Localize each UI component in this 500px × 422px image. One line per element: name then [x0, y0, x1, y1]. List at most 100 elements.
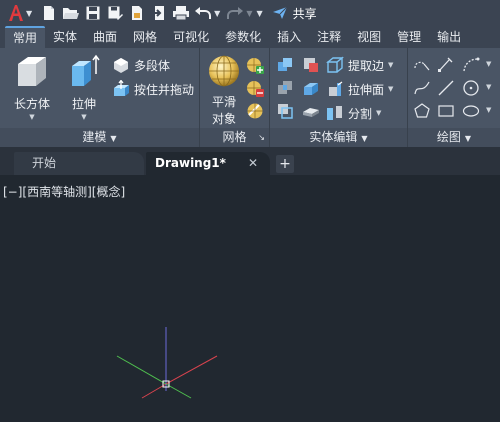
- tab-parametric[interactable]: 参数化: [217, 26, 269, 48]
- box-dropdown-icon[interactable]: ▼: [29, 113, 34, 121]
- box-label: 长方体: [13, 97, 50, 111]
- line-icon[interactable]: [437, 79, 455, 97]
- extrude-icon: [66, 54, 102, 93]
- extrude-dropdown-icon[interactable]: ▼: [81, 113, 86, 121]
- smooth-object-button[interactable]: 平滑 对象: [204, 54, 244, 127]
- smooth-label-1: 平滑: [211, 95, 236, 109]
- mesh-panel-title[interactable]: 网格 ↘: [200, 128, 269, 147]
- mesh-add-crease-icon[interactable]: [246, 56, 264, 74]
- save-as-icon[interactable]: [104, 2, 126, 24]
- spline-icon[interactable]: [413, 79, 431, 97]
- undo-icon[interactable]: [192, 2, 214, 24]
- tab-visualize[interactable]: 可视化: [165, 26, 217, 48]
- mesh-remove-crease-icon[interactable]: [246, 79, 264, 97]
- solid-editing-panel-title[interactable]: 实体编辑 ▼: [270, 128, 407, 147]
- polygon-icon[interactable]: [413, 102, 431, 120]
- box-button[interactable]: 长方体 ▼: [10, 54, 54, 121]
- separate-label: 分割: [348, 106, 373, 121]
- ucs-y-axis-negative: [165, 383, 192, 399]
- tab-insert[interactable]: 插入: [269, 26, 309, 48]
- separate-icon: [326, 104, 344, 122]
- rectangle-icon[interactable]: [437, 102, 455, 120]
- ellipse-icon[interactable]: [462, 102, 480, 120]
- tab-view[interactable]: 视图: [349, 26, 389, 48]
- ucs-x-axis-negative: [141, 383, 167, 399]
- tab-drawing1[interactable]: Drawing1* ✕: [146, 152, 270, 175]
- customize-icon[interactable]: ▼: [256, 9, 262, 18]
- tab-home[interactable]: 常用: [5, 26, 46, 48]
- arc-icon[interactable]: [462, 56, 480, 74]
- close-tab-icon[interactable]: ✕: [248, 152, 258, 175]
- separate-button[interactable]: 分割 ▼: [326, 103, 381, 123]
- line-edit-icon[interactable]: [437, 56, 455, 74]
- extrude-button[interactable]: 拉伸 ▼: [62, 54, 106, 121]
- tab-start[interactable]: 开始: [14, 152, 144, 175]
- interfere-icon[interactable]: [276, 102, 294, 120]
- extract-edges-button[interactable]: 提取边 ▼: [326, 55, 393, 75]
- tab-surface[interactable]: 曲面: [85, 26, 125, 48]
- share-button[interactable]: 共享: [271, 4, 317, 22]
- polysolid-button[interactable]: 多段体: [112, 55, 170, 75]
- extrude-faces-label: 拉伸面: [348, 82, 385, 97]
- ucs-y-axis: [116, 355, 167, 385]
- intersect-icon[interactable]: [276, 79, 294, 97]
- presspull-label: 按住并拖动: [134, 82, 195, 97]
- tab-solid[interactable]: 实体: [45, 26, 85, 48]
- print-icon[interactable]: [170, 2, 192, 24]
- ucs-x-axis: [165, 355, 218, 385]
- ucs-icon: [116, 327, 218, 399]
- modeling-panel-title[interactable]: 建模 ▼: [0, 128, 199, 147]
- subtract-icon[interactable]: [302, 56, 320, 74]
- mesh-panel: 平滑 对象 网格 ↘: [200, 48, 270, 147]
- undo-caret-icon[interactable]: ▼: [214, 9, 220, 18]
- box-icon: [14, 54, 50, 93]
- slice-icon[interactable]: [302, 79, 320, 97]
- polysolid-label: 多段体: [134, 58, 171, 73]
- mesh-panel-launcher-icon[interactable]: ↘: [258, 128, 265, 147]
- circle-dropdown-icon[interactable]: ▼: [486, 83, 491, 91]
- modeling-panel-dropdown-icon: ▼: [110, 134, 117, 143]
- plot-icon[interactable]: [148, 2, 170, 24]
- arc-dropdown-icon[interactable]: ▼: [486, 60, 491, 68]
- drawing-viewport[interactable]: [−][西南等轴测][概念]: [0, 175, 500, 422]
- polyline-icon[interactable]: [413, 56, 431, 74]
- extrude-faces-dropdown-icon[interactable]: ▼: [388, 85, 393, 93]
- new-tab-button[interactable]: +: [276, 155, 294, 173]
- extract-edges-dropdown-icon[interactable]: ▼: [388, 61, 393, 69]
- tab-output[interactable]: 输出: [429, 26, 469, 48]
- document-tab-bar: 开始 Drawing1* ✕ +: [0, 147, 500, 175]
- new-icon[interactable]: [38, 2, 60, 24]
- thicken-icon[interactable]: [302, 102, 320, 120]
- solid-editing-dropdown-icon: ▼: [361, 134, 368, 143]
- smooth-label-2: 对象: [211, 112, 236, 126]
- tab-annotate[interactable]: 注释: [309, 26, 349, 48]
- presspull-button[interactable]: 按住并拖动: [112, 79, 194, 99]
- draw-title-text: 绘图: [436, 130, 461, 144]
- ribbon: 长方体 ▼ 拉伸 ▼ 多段体 按住并拖动 建模 ▼ 平滑 对象 网格 ↘ 提取边…: [0, 48, 500, 147]
- presspull-icon: [112, 80, 130, 98]
- redo-icon: [224, 2, 246, 24]
- draw-panel-title[interactable]: 绘图 ▼: [408, 128, 500, 147]
- separate-dropdown-icon[interactable]: ▼: [376, 109, 381, 117]
- extrude-label: 拉伸: [71, 97, 96, 111]
- circle-icon[interactable]: [462, 79, 480, 97]
- open-icon[interactable]: [60, 2, 82, 24]
- mesh-refine-icon[interactable]: [246, 102, 264, 120]
- ellipse-dropdown-icon[interactable]: ▼: [486, 106, 491, 114]
- union-icon[interactable]: [276, 56, 294, 74]
- extrude-faces-icon: [326, 80, 344, 98]
- polysolid-icon: [112, 56, 130, 74]
- tab-mesh[interactable]: 网格: [125, 26, 165, 48]
- publish-icon[interactable]: [126, 2, 148, 24]
- extrude-faces-button[interactable]: 拉伸面 ▼: [326, 79, 393, 99]
- redo-caret-icon: ▼: [246, 8, 253, 18]
- solid-editing-panel: 提取边 ▼ 拉伸面 ▼ 分割 ▼ 实体编辑 ▼: [270, 48, 408, 147]
- save-icon[interactable]: [82, 2, 104, 24]
- share-icon: [271, 4, 289, 22]
- draw-panel: ▼ ▼ ▼ 绘图 ▼: [408, 48, 500, 147]
- quick-access-toolbar: ▼ ▼ ▼ ▼ 共享: [0, 0, 500, 26]
- extract-edges-label: 提取边: [348, 58, 385, 73]
- tab-drawing1-label: Drawing1*: [155, 156, 226, 170]
- tab-manage[interactable]: 管理: [389, 26, 429, 48]
- app-menu-caret-icon[interactable]: ▼: [26, 9, 32, 18]
